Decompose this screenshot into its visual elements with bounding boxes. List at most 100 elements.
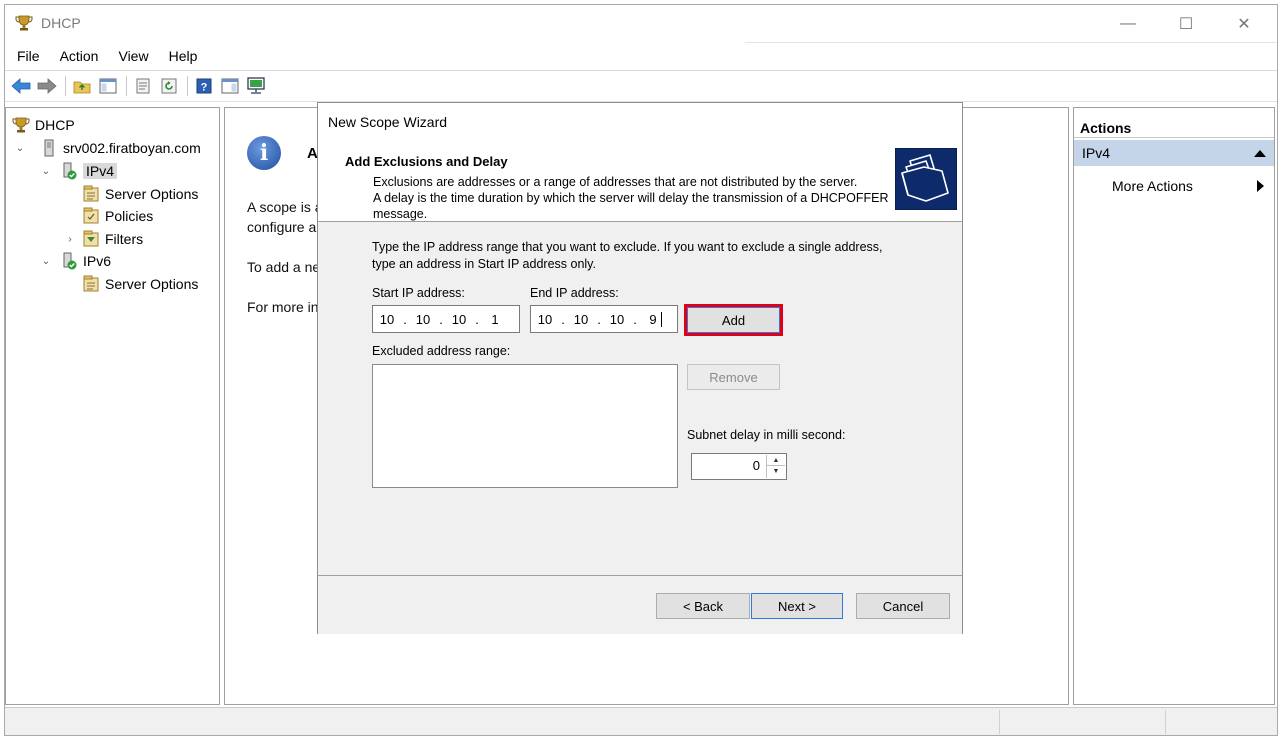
- back-arrow-icon[interactable]: [9, 75, 32, 97]
- wizard-description-line: Exclusions are addresses or a range of a…: [373, 175, 858, 189]
- tree-item-dhcp[interactable]: DHCP: [12, 115, 75, 135]
- start-ip-label: Start IP address:: [372, 286, 465, 300]
- status-divider: [999, 710, 1000, 734]
- tree-item-ipv6-server-options[interactable]: Server Options: [82, 274, 198, 294]
- add-button-highlight: [684, 304, 783, 336]
- start-ip-octet-1[interactable]: 10: [373, 312, 401, 327]
- status-bar: [5, 707, 1277, 735]
- tree-label-server: srv002.firatboyan.com: [63, 140, 201, 156]
- start-ip-octet-3[interactable]: 10: [445, 312, 473, 327]
- server-options-icon: [83, 185, 99, 202]
- end-ip-input[interactable]: 10. 10. 10. 9: [530, 305, 678, 333]
- excluded-range-list[interactable]: [372, 364, 678, 488]
- tree-item-ipv4-server-options[interactable]: Server Options: [82, 184, 198, 204]
- wizard-page-description: Exclusions are addresses or a range of a…: [373, 174, 893, 222]
- menu-help[interactable]: Help: [157, 45, 206, 69]
- submenu-arrow-icon: [1257, 180, 1264, 192]
- info-icon: i: [247, 136, 281, 170]
- ip-dot: .: [561, 311, 565, 327]
- spinner-buttons: ▲ ▼: [766, 455, 785, 478]
- text-cursor: [661, 311, 662, 327]
- tree-label-ipv6: IPv6: [83, 253, 112, 269]
- properties-icon[interactable]: [131, 75, 154, 97]
- folder-up-icon[interactable]: [70, 75, 93, 97]
- toolbar: ?: [5, 73, 270, 99]
- remove-button[interactable]: Remove: [687, 364, 780, 390]
- ip-dot: .: [403, 311, 407, 327]
- show-hide-console-tree-icon[interactable]: [96, 75, 119, 97]
- tree-label-filters: Filters: [105, 231, 144, 247]
- menu-action[interactable]: Action: [48, 45, 107, 69]
- ipv4-server-icon: [63, 162, 77, 180]
- spin-down-icon[interactable]: ▼: [767, 466, 785, 477]
- actions-group-label: IPv4: [1082, 145, 1111, 161]
- start-ip-octet-4[interactable]: 1: [481, 312, 509, 327]
- toolbar-separator: [65, 76, 66, 96]
- details-text-line: To add a ne: [247, 259, 321, 275]
- subnet-delay-value[interactable]: 0: [753, 458, 760, 473]
- maximize-button[interactable]: ☐: [1157, 5, 1215, 43]
- actions-panel: Actions IPv4 More Actions: [1073, 107, 1275, 705]
- tree-item-filters[interactable]: › Filters: [64, 229, 143, 249]
- show-action-pane-icon[interactable]: [218, 75, 241, 97]
- actions-group-ipv4[interactable]: IPv4: [1074, 140, 1274, 166]
- policies-icon: [83, 207, 99, 224]
- tree-label-policies: Policies: [105, 208, 154, 224]
- wizard-body: Type the IP address range that you want …: [318, 222, 962, 575]
- end-ip-octet-2[interactable]: 10: [567, 312, 595, 327]
- chevron-down-icon[interactable]: ⌄: [40, 256, 52, 267]
- tree-label-ipv4: IPv4: [83, 163, 118, 179]
- wizard-title: New Scope Wizard: [328, 114, 448, 130]
- svg-text:?: ?: [200, 82, 207, 94]
- console-tree-panel: DHCP ⌄ srv002.firatboyan.com ⌄ IPv4 Serv…: [5, 107, 220, 705]
- end-ip-octet-1[interactable]: 10: [531, 312, 559, 327]
- forward-arrow-icon[interactable]: [35, 75, 58, 97]
- end-ip-octet-3[interactable]: 10: [603, 312, 631, 327]
- dhcp-trophy-icon: [15, 15, 33, 31]
- next-button[interactable]: Next >: [751, 593, 843, 619]
- chevron-down-icon[interactable]: ⌄: [14, 143, 26, 154]
- server-icon: [44, 139, 54, 157]
- close-button[interactable]: ✕: [1215, 5, 1273, 43]
- chevron-down-icon[interactable]: ⌄: [40, 166, 52, 177]
- window-title: DHCP: [41, 15, 81, 31]
- actions-title: Actions: [1074, 114, 1274, 138]
- menu-file[interactable]: File: [5, 45, 48, 69]
- spin-up-icon[interactable]: ▲: [767, 455, 785, 466]
- more-actions-item[interactable]: More Actions: [1112, 178, 1193, 194]
- filters-icon: [83, 230, 99, 247]
- display-server-icon[interactable]: [244, 75, 267, 97]
- collapse-caret-icon[interactable]: [1254, 150, 1266, 157]
- end-ip-octet-4[interactable]: 9: [639, 312, 667, 327]
- cancel-button[interactable]: Cancel: [856, 593, 950, 619]
- tree-label-ipv6-server-options: Server Options: [105, 276, 199, 292]
- wizard-folders-icon: [895, 148, 957, 210]
- tree-item-server[interactable]: ⌄ srv002.firatboyan.com: [14, 138, 201, 158]
- tree-item-ipv4[interactable]: ⌄ IPv4: [40, 161, 118, 181]
- tree-item-ipv6[interactable]: ⌄ IPv6: [40, 251, 111, 271]
- refresh-icon[interactable]: [157, 75, 180, 97]
- start-ip-octet-2[interactable]: 10: [409, 312, 437, 327]
- details-text-line: configure a: [247, 219, 317, 235]
- help-icon[interactable]: ?: [192, 75, 215, 97]
- status-divider: [1165, 710, 1166, 734]
- ip-dot: .: [475, 311, 479, 327]
- exclusion-instruction: Type the IP address range that you want …: [372, 240, 883, 271]
- ip-dot: .: [633, 311, 637, 327]
- minimize-button[interactable]: —: [1099, 5, 1157, 43]
- wizard-description-line: A delay is the time duration by which th…: [373, 191, 889, 221]
- start-ip-input[interactable]: 10. 10. 10. 1: [372, 305, 520, 333]
- menu-view[interactable]: View: [106, 45, 156, 69]
- subnet-delay-spinner[interactable]: 0 ▲ ▼: [691, 453, 787, 480]
- details-text-line: A scope is a: [247, 199, 323, 215]
- tree-item-policies[interactable]: Policies: [82, 206, 153, 226]
- chevron-right-icon[interactable]: ›: [64, 234, 76, 245]
- tree-label-dhcp: DHCP: [35, 117, 75, 133]
- back-button[interactable]: < Back: [656, 593, 750, 619]
- title-bar: DHCP — ☐ ✕: [5, 5, 1277, 43]
- wizard-page-title: Add Exclusions and Delay: [345, 154, 508, 169]
- ipv6-server-icon: [63, 252, 77, 270]
- ip-dot: .: [439, 311, 443, 327]
- excluded-range-label: Excluded address range:: [372, 344, 511, 358]
- details-text-line: For more in: [247, 299, 319, 315]
